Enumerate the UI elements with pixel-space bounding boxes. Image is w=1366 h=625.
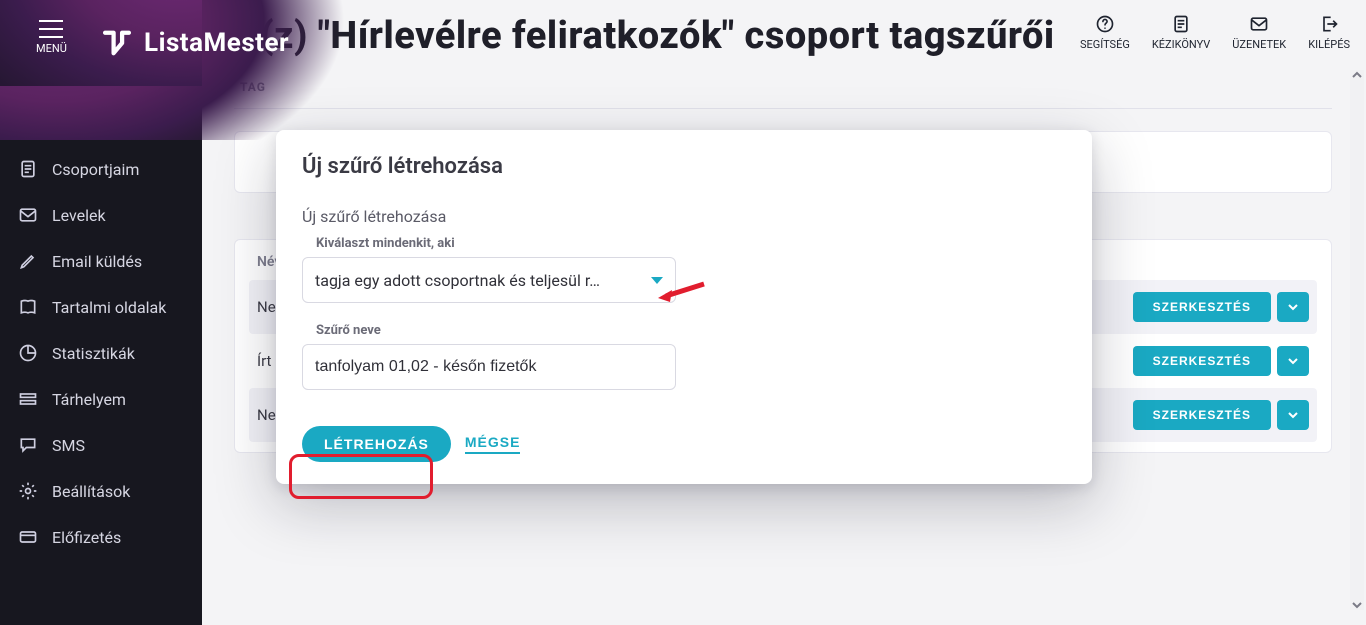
chevron-down-icon	[651, 277, 663, 284]
name-label: Szűrő neve	[316, 323, 1066, 338]
cancel-button[interactable]: MÉGSE	[465, 434, 521, 454]
filter-name-input[interactable]	[315, 358, 663, 376]
filter-name-wrapper	[302, 344, 676, 390]
modal-title: Új szűrő létrehozása	[302, 154, 1066, 179]
select-label: Kiválaszt mindenkit, aki	[316, 236, 1066, 251]
new-filter-modal: Új szűrő létrehozása Új szűrő létrehozás…	[276, 130, 1092, 484]
modal-section-label: Új szűrő létrehozása	[302, 207, 1066, 226]
select-value: tagja egy adott csoportnak és teljesül r…	[315, 271, 600, 290]
filter-type-select[interactable]: tagja egy adott csoportnak és teljesül r…	[302, 257, 676, 303]
create-button[interactable]: LÉTREHOZÁS	[302, 426, 451, 462]
